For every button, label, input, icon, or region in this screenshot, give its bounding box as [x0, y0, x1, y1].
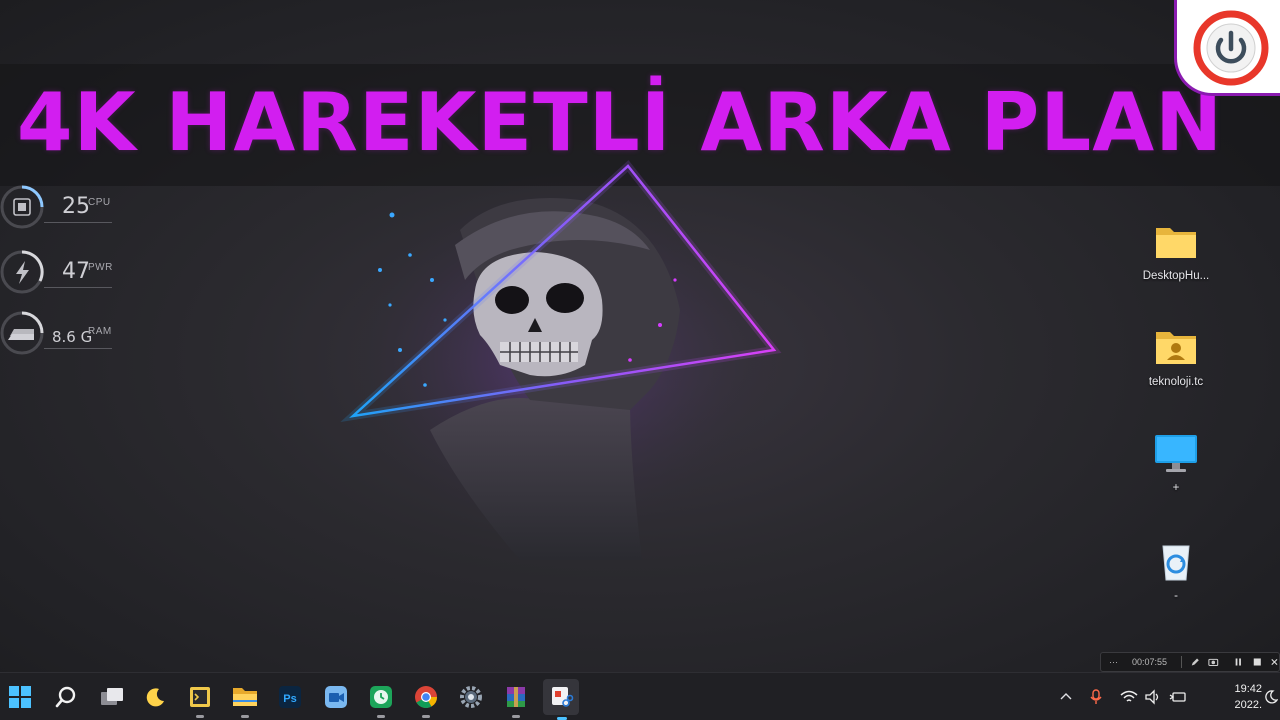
camera-icon[interactable] — [1208, 656, 1219, 668]
monitor-icon — [1152, 432, 1200, 476]
file-explorer-icon — [233, 688, 257, 706]
chevron-up-icon[interactable] — [1058, 689, 1074, 705]
skull-neon-triangle-wallpaper — [340, 160, 782, 560]
recorder-timer: 00:07:55 — [1132, 657, 1168, 667]
settings-button[interactable] — [455, 681, 487, 713]
desktop-icon-this-pc[interactable]: + — [1131, 432, 1221, 494]
channel-logo — [1174, 0, 1280, 96]
wifi-icon[interactable] — [1120, 689, 1138, 705]
chrome-icon — [415, 686, 437, 708]
task-view-button[interactable] — [96, 681, 128, 713]
start-button[interactable] — [4, 681, 36, 713]
terminal-app-button[interactable] — [184, 681, 216, 718]
winrar-icon — [507, 687, 525, 707]
pause-icon[interactable] — [1233, 656, 1244, 668]
moon-app-icon — [146, 688, 164, 707]
ram-unit: RAM — [88, 326, 112, 337]
ram-gauge: 8.6 G RAM — [0, 308, 140, 358]
cpu-gauge: 25 CPU — [0, 182, 140, 232]
clock-app-button[interactable] — [365, 681, 397, 718]
pen-icon[interactable] — [1190, 656, 1201, 668]
user-folder-icon — [1152, 326, 1200, 370]
system-tray — [1058, 673, 1188, 720]
winrar-button[interactable] — [500, 681, 532, 718]
desktop-icon-desktophub[interactable]: DesktopHu... — [1131, 220, 1221, 282]
clock[interactable]: 19:42 2022. — [1212, 681, 1262, 713]
desktop-icon-label: DesktopHu... — [1142, 270, 1210, 282]
recorder-menu-button[interactable]: ··· — [1109, 657, 1118, 667]
power-value: 47 — [62, 259, 90, 284]
meet-app-button[interactable] — [320, 681, 352, 713]
microphone-icon[interactable] — [1088, 688, 1104, 706]
desktop-icon-recycle-bin[interactable]: - — [1131, 540, 1221, 602]
ram-icon — [8, 329, 34, 340]
photoshop-icon: Ps — [279, 686, 301, 708]
ram-value: 8.6 G — [52, 328, 93, 346]
chrome-button[interactable] — [410, 681, 442, 718]
photoshop-label: Ps — [283, 693, 296, 705]
desktop-icon-teknoloji[interactable]: teknoloji.tc — [1131, 326, 1221, 388]
cpu-icon — [13, 198, 31, 216]
snipping-tool-icon — [552, 687, 574, 707]
do-not-disturb-moon-icon[interactable] — [1264, 689, 1278, 705]
clock-app-icon — [370, 686, 392, 708]
snipping-tool-button[interactable] — [543, 679, 579, 720]
cpu-value: 25 — [62, 194, 90, 219]
battery-plug-icon[interactable] — [1168, 689, 1188, 705]
folder-icon — [1152, 220, 1200, 264]
recycle-bin-icon — [1152, 540, 1200, 584]
page-title: 4K HAREKETLİ ARKA PLAN — [16, 76, 1224, 169]
file-explorer-button[interactable] — [229, 681, 261, 718]
power-bolt-icon — [16, 261, 29, 284]
desktop-icon-label: teknoloji.tc — [1148, 376, 1204, 388]
close-icon[interactable] — [1270, 656, 1279, 668]
meet-app-icon — [325, 686, 347, 708]
search-icon — [55, 686, 76, 708]
photoshop-button[interactable]: Ps — [274, 681, 306, 713]
cpu-unit: CPU — [88, 197, 111, 208]
start-icon — [9, 686, 31, 708]
power-gauge: 47 PWR — [0, 247, 140, 297]
desktop-icon-label: + — [1172, 482, 1180, 494]
settings-icon — [460, 686, 482, 708]
desktop-icon-label: - — [1174, 590, 1178, 602]
moon-app-button[interactable] — [140, 681, 172, 713]
taskbar: Ps 19:42 2022. — [0, 672, 1280, 720]
stop-icon[interactable] — [1252, 656, 1263, 668]
power-logo-icon — [1193, 10, 1269, 86]
clock-date: 2022. — [1234, 699, 1262, 711]
search-button[interactable] — [50, 681, 82, 713]
clock-time: 19:42 — [1234, 683, 1262, 695]
task-view-icon — [101, 688, 123, 705]
power-unit: PWR — [88, 262, 113, 273]
screen-recorder-bar: ··· 00:07:55 — [1100, 652, 1280, 672]
speaker-icon[interactable] — [1144, 689, 1162, 705]
terminal-app-icon — [190, 687, 210, 707]
